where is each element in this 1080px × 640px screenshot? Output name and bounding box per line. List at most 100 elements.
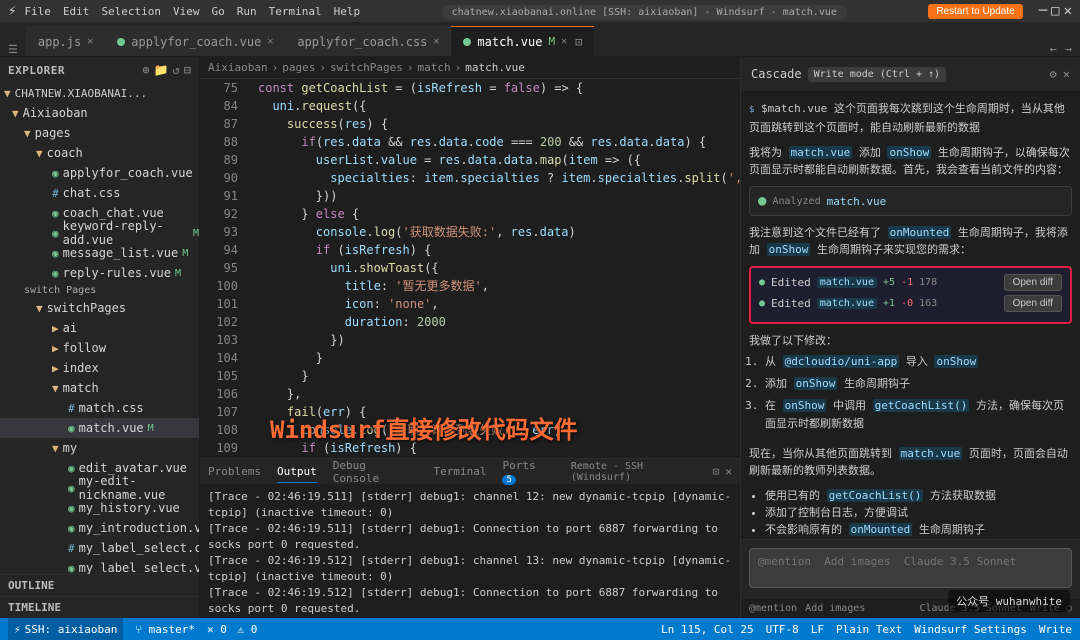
tree-item-aixiaoban[interactable]: ▼ Aixiaoban: [0, 103, 199, 123]
cascade-content[interactable]: $ $match.vue 这个页面我每次跳到这个生命周期时，当从其他页面跳转到这…: [741, 92, 1080, 539]
tree-item-reply-rules[interactable]: ◉ reply-rules.vue M: [0, 263, 199, 283]
file-label: my_introduction.vue: [79, 521, 199, 535]
cursor-position[interactable]: Ln 115, Col 25: [661, 623, 754, 636]
mention-btn[interactable]: @mention: [749, 603, 797, 614]
tree-item-switchpages[interactable]: ▼ switchPages: [0, 298, 199, 318]
menu-run[interactable]: Run: [237, 5, 257, 18]
tree-item-label-css[interactable]: # my_label_select.css: [0, 538, 199, 558]
sidebar-toggle-icon[interactable]: ☰: [4, 43, 22, 56]
tree-item-index[interactable]: ▶ index: [0, 358, 199, 378]
menu-edit[interactable]: Edit: [63, 5, 90, 18]
collapse-icon[interactable]: ⊟: [184, 63, 191, 77]
close-panel-icon[interactable]: ✕: [725, 465, 732, 478]
split-icon[interactable]: ⊡: [575, 35, 582, 49]
tab-applyfor-coach-vue[interactable]: applyfor_coach.vue ✕: [105, 26, 285, 56]
close-icon[interactable]: ✕: [1064, 3, 1072, 19]
git-branch[interactable]: ⑂ master*: [135, 623, 195, 636]
cascade-close-icon[interactable]: ✕: [1063, 67, 1070, 81]
cascade-input[interactable]: [749, 548, 1072, 588]
tree-item-my-history[interactable]: ◉ my_history.vue: [0, 498, 199, 518]
code-editor[interactable]: 7584878889 9091929394 95100101102103 104…: [200, 79, 740, 458]
tree-item-pages[interactable]: ▼ pages: [0, 123, 199, 143]
tree-item-match-css[interactable]: # match.css: [0, 398, 199, 418]
menu-terminal[interactable]: Terminal: [269, 5, 322, 18]
explorer-title: Explorer: [8, 64, 142, 77]
nav-forward-icon[interactable]: →: [1065, 42, 1072, 56]
menu-view[interactable]: View: [173, 5, 200, 18]
cascade-settings-icon[interactable]: ⚙: [1050, 67, 1057, 81]
tree-item-edit-nickname[interactable]: ◉ my-edit-nickname.vue: [0, 478, 199, 498]
tab-ports[interactable]: Ports 5: [502, 455, 554, 489]
tree-item-my-intro[interactable]: ◉ my_introduction.vue: [0, 518, 199, 538]
file-label: message_list.vue: [63, 246, 179, 260]
tab-close-icon[interactable]: ✕: [561, 36, 567, 47]
minimize-icon[interactable]: ─: [1039, 3, 1047, 19]
restart-button[interactable]: Restart to Update: [928, 4, 1022, 19]
encoding-label[interactable]: UTF-8: [766, 623, 799, 636]
tab-terminal[interactable]: Terminal: [433, 461, 486, 482]
split-panel-icon[interactable]: ⊡: [713, 465, 720, 478]
tree-item-my[interactable]: ▼ my: [0, 438, 199, 458]
menu-go[interactable]: Go: [212, 5, 225, 18]
menu-selection[interactable]: Selection: [101, 5, 161, 18]
folder-expand-icon: ▼: [12, 107, 19, 120]
folder-label: index: [63, 361, 99, 375]
editor-area: Aixiaoban › pages › switchPages › match …: [200, 57, 740, 618]
maximize-icon[interactable]: □: [1051, 3, 1059, 19]
error-count[interactable]: ✕ 0 ⚠ 0: [207, 623, 257, 636]
tab-app-js[interactable]: app.js ✕: [26, 26, 105, 56]
tab-close-icon[interactable]: ✕: [87, 36, 93, 47]
folder-label: match: [63, 381, 99, 395]
tree-item-coach[interactable]: ▼ coach: [0, 143, 199, 163]
vue-icon: ◉: [52, 167, 59, 180]
line-ending-label[interactable]: LF: [811, 623, 824, 636]
menu-file[interactable]: File: [24, 5, 51, 18]
tree-item-ai[interactable]: ▶ ai: [0, 318, 199, 338]
vue-icon: ◉: [52, 227, 59, 240]
edited-word: Edited: [771, 297, 811, 310]
tab-output[interactable]: Output: [277, 461, 317, 483]
tree-item-message-list[interactable]: ◉ message_list.vue M: [0, 243, 199, 263]
tree-item-label-vue[interactable]: ◉ my_label_select.vue: [0, 558, 199, 574]
refresh-icon[interactable]: ↺: [173, 63, 180, 77]
nav-back-icon[interactable]: ←: [1050, 42, 1057, 56]
tree-item-match[interactable]: ▼ match: [0, 378, 199, 398]
folder-label: coach: [47, 146, 83, 160]
folder-expand-icon: ▼: [36, 147, 43, 160]
tab-applyfor-coach-css[interactable]: applyfor_coach.css ✕: [285, 26, 451, 56]
tab-debug-console[interactable]: Debug Console: [333, 455, 418, 489]
tree-item-follow[interactable]: ▶ follow: [0, 338, 199, 358]
menu-help[interactable]: Help: [334, 5, 361, 18]
vue-icon: ◉: [68, 462, 75, 475]
open-diff-button-1[interactable]: Open diff: [1004, 274, 1062, 291]
modified-indicator: M: [548, 35, 555, 48]
write-mode-status[interactable]: Write: [1039, 623, 1072, 636]
code-ref: match.vue: [789, 146, 853, 159]
windsurf-settings[interactable]: Windsurf Settings: [914, 623, 1027, 636]
add-images-btn[interactable]: Add images: [805, 603, 865, 614]
tree-item-match-vue[interactable]: ◉ match.vue M: [0, 418, 199, 438]
tree-item-applyfor-coach[interactable]: ◉ applyfor_coach.vue: [0, 163, 199, 183]
language-label[interactable]: Plain Text: [836, 623, 902, 636]
tab-close-icon[interactable]: ✕: [267, 36, 273, 47]
code-content[interactable]: const getCoachList = (isRefresh = false)…: [250, 79, 740, 458]
ssh-label[interactable]: ⚡ SSH: aixiaoban: [8, 618, 123, 640]
panel-output[interactable]: [Trace - 02:46:19.511] [stderr] debug1: …: [200, 485, 740, 618]
root-label: CHATNEW.XIAOBANAI...: [15, 87, 147, 100]
open-diff-button-2[interactable]: Open diff: [1004, 295, 1062, 312]
tab-close-icon[interactable]: ✕: [433, 36, 439, 47]
search-bar[interactable]: chatnew.xiaobanai.online [SSH: aixiaoban…: [442, 5, 847, 20]
css-icon: #: [52, 187, 59, 200]
tab-match-vue[interactable]: match.vue M ✕ ⊡: [451, 26, 594, 56]
tree-item-keyword-reply[interactable]: ◉ keyword-reply-add.vue M: [0, 223, 199, 243]
menu-bar: File Edit Selection View Go Run Terminal…: [24, 5, 360, 18]
vue-icon: ◉: [52, 247, 59, 260]
new-file-icon[interactable]: ⊕: [142, 63, 149, 77]
tab-problems[interactable]: Problems: [208, 461, 261, 482]
tree-root[interactable]: ▼ CHATNEW.XIAOBANAI...: [0, 83, 199, 103]
tree-item-chat-css[interactable]: # chat.css: [0, 183, 199, 203]
outline-section[interactable]: Outline: [0, 574, 199, 596]
timeline-section[interactable]: Timeline: [0, 596, 199, 618]
new-folder-icon[interactable]: 📁: [154, 63, 169, 77]
breadcrumb: Aixiaoban › pages › switchPages › match …: [200, 57, 740, 79]
